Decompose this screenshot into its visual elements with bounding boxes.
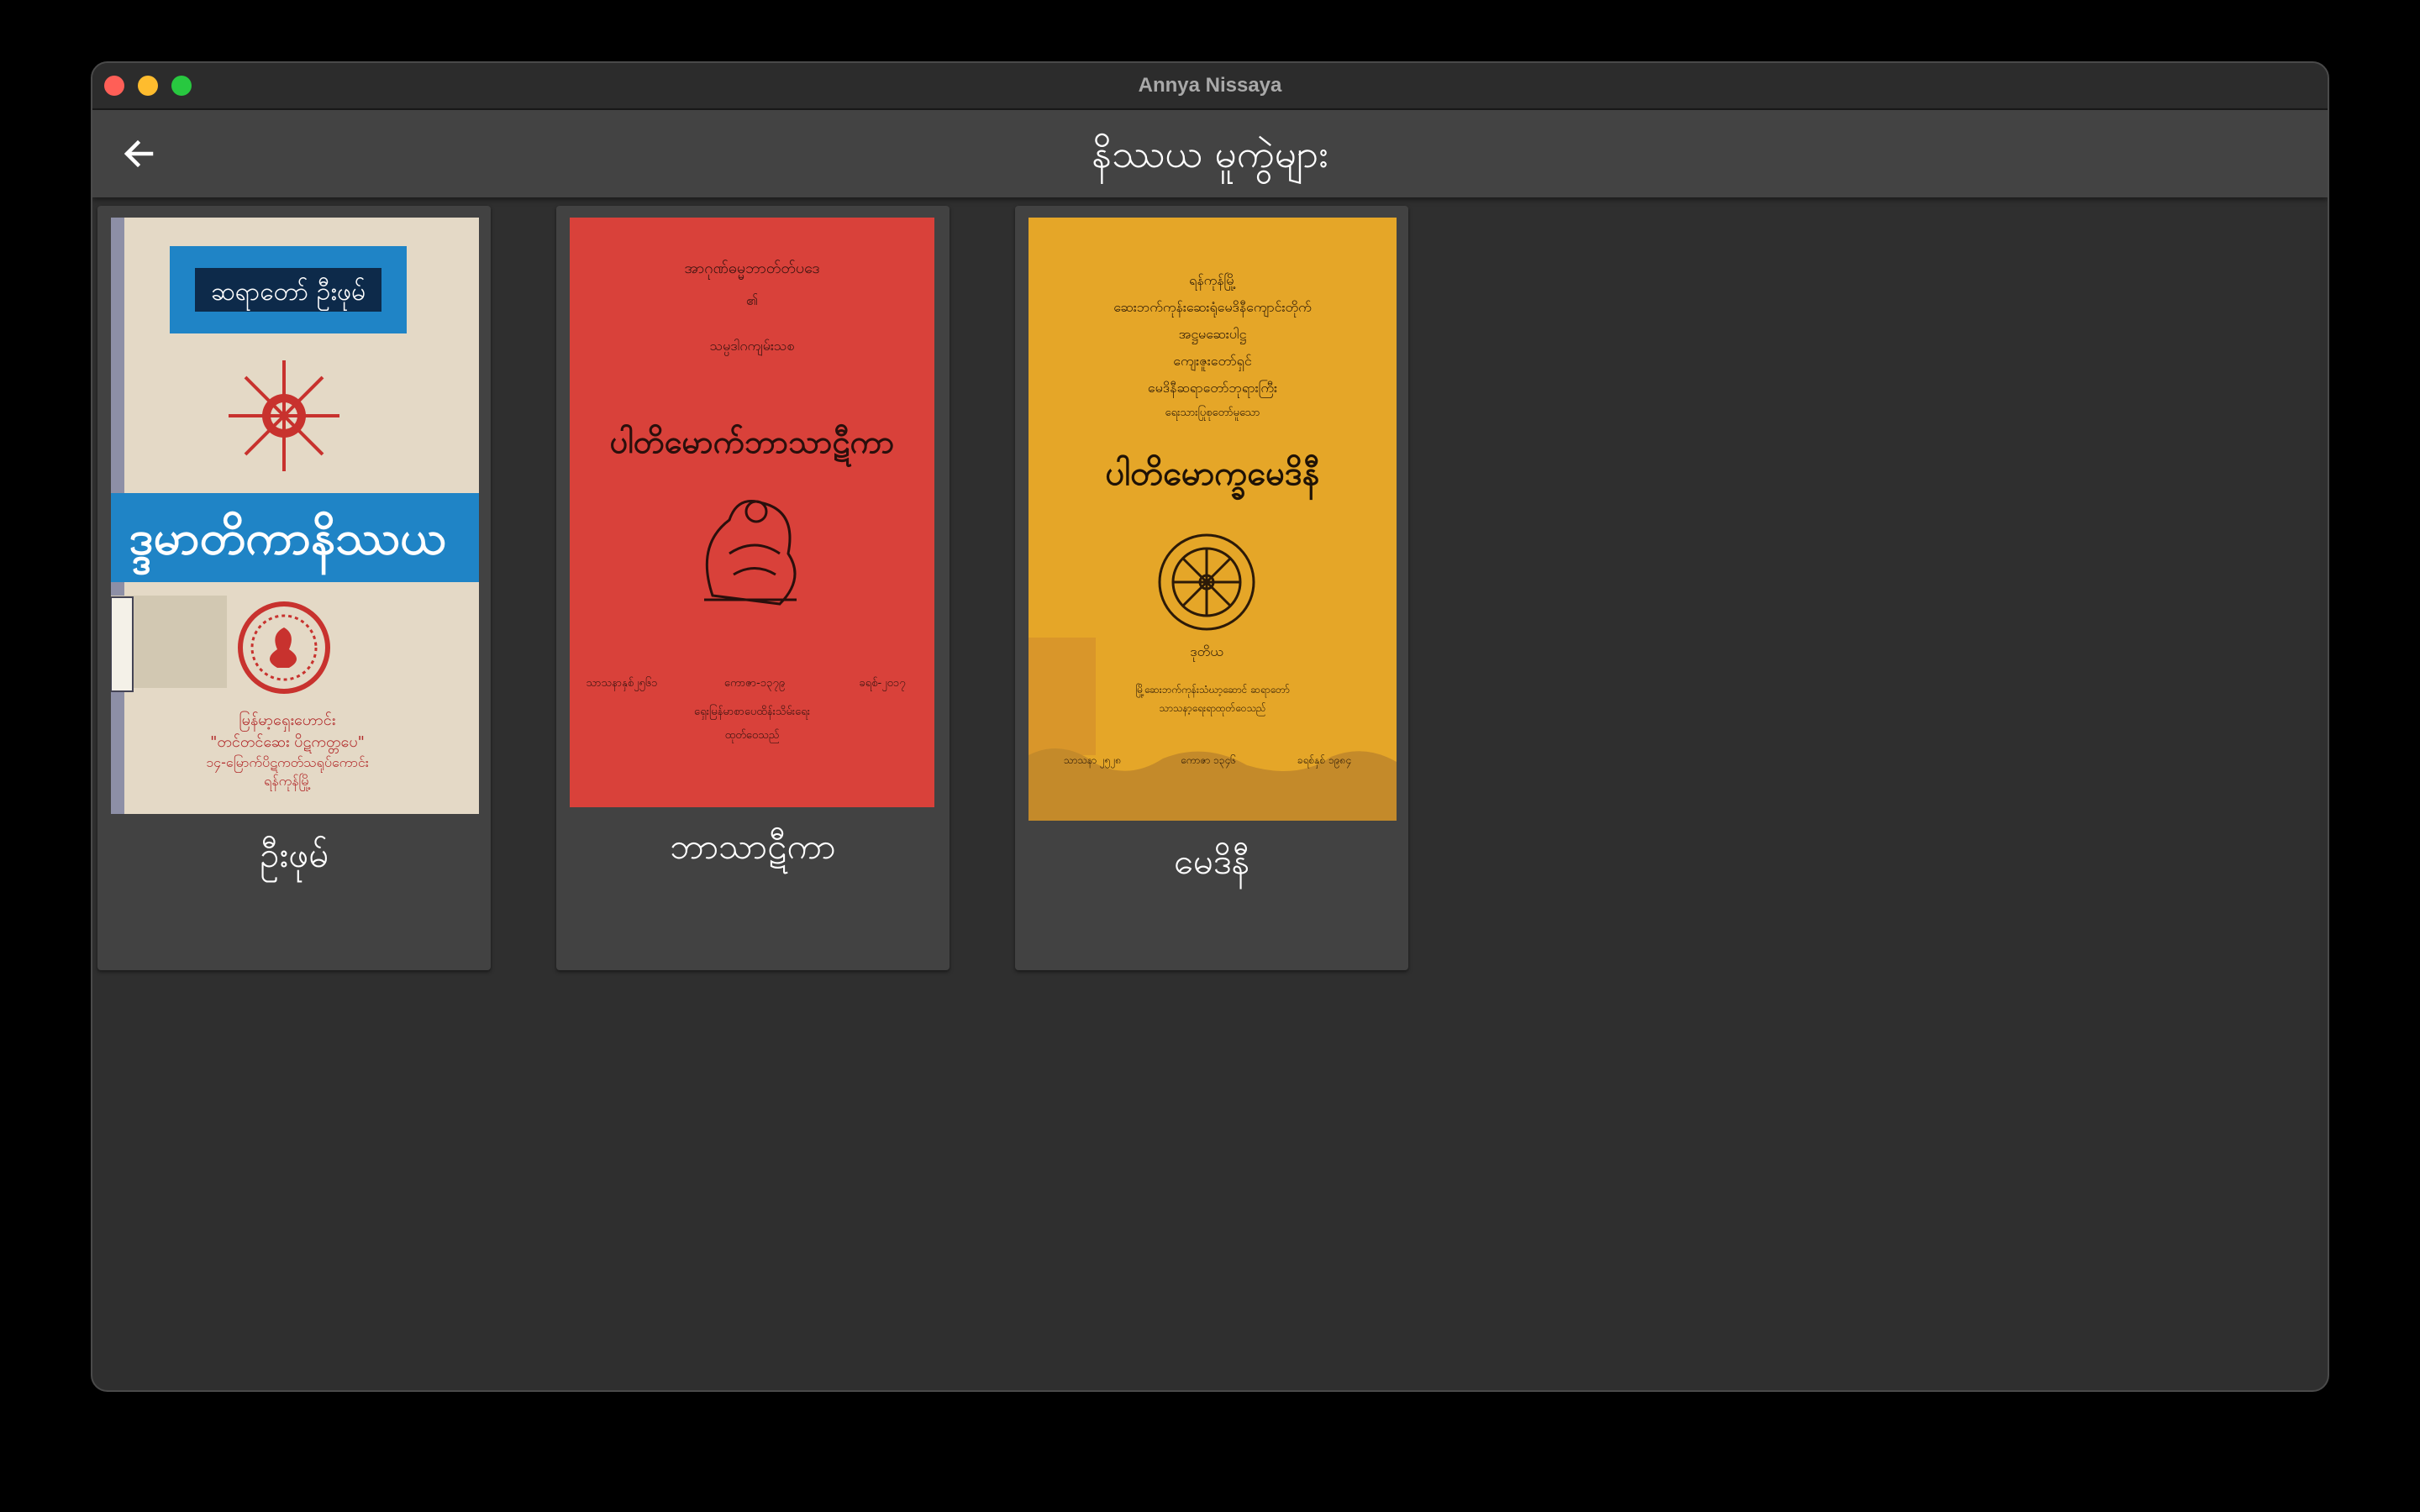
book-label: ဦးဖုမ် bbox=[260, 834, 329, 875]
page-title: နိဿယ မူကွဲများ bbox=[1092, 131, 1328, 176]
app-window: Annya Nissaya နိဿယ မူကွဲများ ဆရာတော် ဦးဖ… bbox=[91, 61, 2329, 1392]
cover-line-2: ၏ bbox=[746, 292, 758, 308]
cover-bottom-5: ထုတ်ဝေသည် bbox=[725, 728, 780, 743]
cover-footer-3: ၁၄-မြောက်ပိဋကတ်သရုပ်ကောင်း bbox=[206, 754, 369, 773]
app-bar: နိဿယ မူကွဲများ bbox=[92, 110, 2328, 197]
cover-footer-4: ရန်ကုန်မြို့ bbox=[264, 773, 311, 791]
cover-line-5: မေဒိနီဆရာတော်ဘုရားကြီး bbox=[1148, 380, 1277, 398]
cover-banner-mid-text: ဒ္ဒမာတိကာနိဿယ bbox=[129, 511, 445, 575]
cover-line-4: ကျေးဇူးတော်ရှင် bbox=[1173, 353, 1252, 371]
cover-line-1: အာဂုဏ်ဓမ္မဘာတ်တ်ပဒေ bbox=[684, 260, 819, 280]
cover-line-1: ရန်ကုန်မြို့ bbox=[1189, 272, 1236, 291]
cover-bottom-1: သာသနာနှစ်၂၅၆၁ bbox=[587, 676, 658, 691]
cover-line-2: ဆေးဘက်ကုန်းဆေးရုံမေဒိနီကျောင်းတိုက် bbox=[1113, 299, 1312, 318]
cover-banner-top-text: ဆရာတော် ဦးဖုမ် bbox=[211, 277, 366, 312]
book-label: မေဒိနီ bbox=[1173, 841, 1250, 882]
cover-bottom-4: ရှေးမြန်မာစာပေထိန်းသိမ်းရေး bbox=[694, 704, 810, 720]
book-cover-image: ရန်ကုန်မြို့ ဆေးဘက်ကုန်းဆေးရုံမေဒိနီကျော… bbox=[1028, 218, 1397, 821]
book-cover-image: ဆရာတော် ဦးဖုမ် ဒ္ဒမာတိကာနိဿယ မြန်မာ့ရှေး… bbox=[111, 218, 479, 814]
window-title: Annya Nissaya bbox=[1138, 74, 1282, 97]
cover-edition: ဒုတိယ bbox=[1190, 643, 1223, 662]
cover-line-6: ရေးသားပြုစုတော်မူသော bbox=[1165, 405, 1260, 421]
title-bar: Annya Nissaya bbox=[92, 63, 2328, 110]
cover-bottom-2: ကောဇာ-၁၃၇၉ bbox=[724, 677, 785, 691]
book-card-u-hpum[interactable]: ဆရာတော် ဦးဖုမ် ဒ္ဒမာတိကာနိဿယ မြန်မာ့ရှေး… bbox=[97, 206, 491, 970]
book-cover-image: အာဂုဏ်ဓမ္မဘာတ်တ်ပဒေ ၏ သမ္ပဒါဂကျမ်းသစ ပါတ… bbox=[570, 218, 934, 807]
dhamma-wheel-icon bbox=[1158, 533, 1255, 631]
cover-line-3: အဋ္ဌမဆေးပါဋ္ဌ bbox=[1179, 326, 1247, 344]
cover-bottom-3: ခရစ်-၂၀၁၇ bbox=[859, 676, 905, 691]
book-card-bhasa-tika[interactable]: အာဂုဏ်ဓမ္မဘာတ်တ်ပဒေ ၏ သမ္ပဒါဂကျမ်းသစ ပါတ… bbox=[556, 206, 950, 970]
cover-footer-1: မြန်မာ့ရှေးဟောင်း bbox=[239, 711, 336, 732]
book-label: ဘာသာဋီကာ bbox=[670, 826, 836, 867]
cover-line-3: သမ္ပဒါဂကျမ်းသစ bbox=[710, 338, 795, 356]
cover-footer-2: "တင်တင်ဆေး ပိဋကတ္တပေ" bbox=[210, 733, 365, 753]
book-card-medini[interactable]: ရန်ကုန်မြို့ ဆေးဘက်ကုန်းဆေးရုံမေဒိနီကျော… bbox=[1015, 206, 1408, 970]
